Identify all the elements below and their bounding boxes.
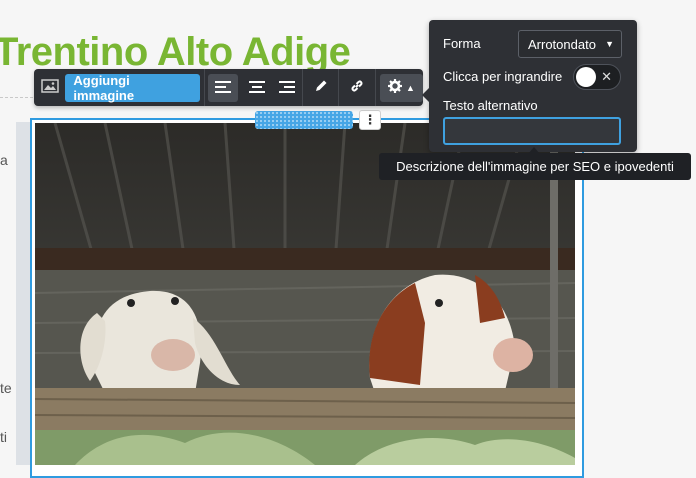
align-right-icon <box>278 80 295 96</box>
resize-handle[interactable] <box>255 111 353 129</box>
image-settings-panel: Forma Arrotondato ▼ Clicca per ingrandir… <box>422 20 637 152</box>
close-icon: ✕ <box>601 69 612 84</box>
alt-text-tooltip: Descrizione dell'immagine per SEO e ipov… <box>379 153 691 180</box>
toolbar-divider <box>374 69 376 106</box>
toolbar-divider <box>203 69 205 106</box>
toggle-knob <box>576 67 596 87</box>
image-button[interactable] <box>34 69 65 106</box>
align-center-button[interactable] <box>241 69 271 106</box>
alt-text-input[interactable] <box>443 117 621 145</box>
caret-down-icon: ▼ <box>605 39 614 49</box>
edit-button[interactable] <box>303 69 338 106</box>
body-text-fragment: ti <box>0 429 7 445</box>
align-right-button[interactable] <box>272 69 302 106</box>
panel-pointer <box>422 88 429 102</box>
image-icon <box>40 79 59 96</box>
caret-up-icon: ▲ <box>405 82 415 93</box>
link-button[interactable] <box>339 69 374 106</box>
align-left-button[interactable] <box>207 73 239 102</box>
image-settings-button[interactable]: ▲ <box>379 73 423 102</box>
link-icon <box>349 78 365 97</box>
align-left-icon <box>215 80 232 96</box>
click-to-enlarge-label: Clicca per ingrandire <box>443 69 563 84</box>
align-center-icon <box>248 80 265 96</box>
gear-icon <box>387 79 402 96</box>
image-toolbar: Aggiungi immagine ▲ <box>34 69 423 106</box>
block-side-bar <box>16 122 30 465</box>
shape-select-value: Arrotondato <box>528 36 596 52</box>
body-text-fragment: te <box>0 380 12 396</box>
shape-select[interactable]: Arrotondato ▼ <box>518 30 622 58</box>
shape-label: Forma <box>443 36 481 51</box>
click-to-enlarge-toggle[interactable]: ✕ <box>573 64 621 90</box>
more-options-button[interactable]: ⋮ <box>359 110 381 130</box>
vertical-dots-icon: ⋮ <box>363 112 377 127</box>
pencil-icon <box>314 79 328 96</box>
body-text-fragment: a <box>0 152 8 168</box>
alt-text-label: Testo alternativo <box>443 98 538 113</box>
add-image-button[interactable]: Aggiungi immagine <box>65 73 200 103</box>
